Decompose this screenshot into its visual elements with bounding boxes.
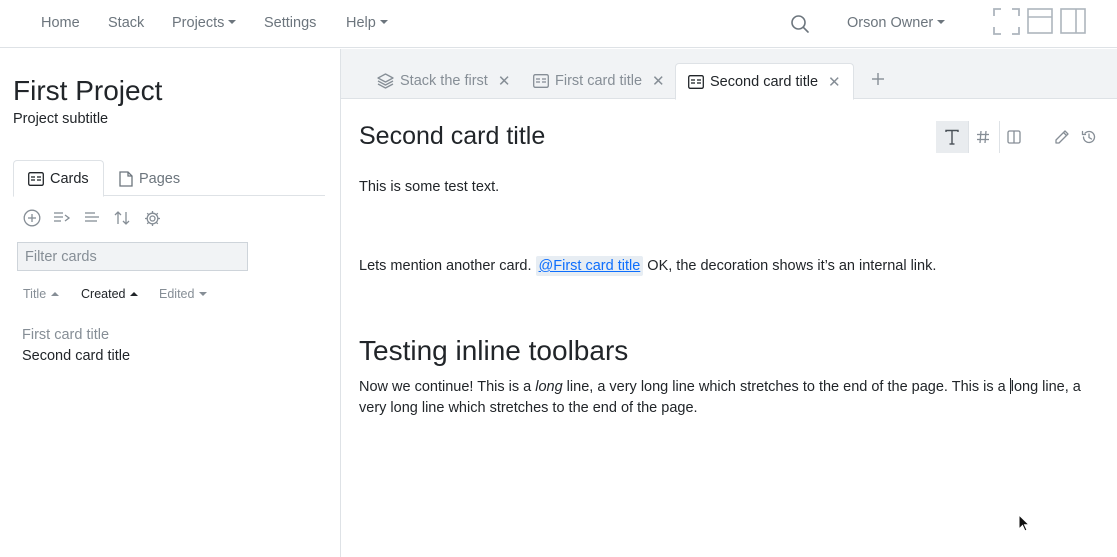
page-icon	[119, 170, 133, 187]
search-icon[interactable]	[790, 14, 810, 37]
toolbar-divider	[999, 121, 1000, 153]
fullscreen-icon[interactable]	[993, 8, 1020, 38]
split-view-icon[interactable]	[1004, 121, 1024, 153]
filter-cards-input[interactable]	[17, 242, 248, 271]
tab-label: Stack the first	[400, 73, 488, 89]
card-list-item[interactable]: Second card title	[22, 348, 130, 364]
sort-by-title[interactable]: Title	[23, 287, 60, 301]
sort-created-label: Created	[81, 287, 126, 301]
caret-down-icon	[228, 20, 237, 24]
close-icon[interactable]: ✕	[498, 72, 511, 90]
nav-projects-label: Projects	[172, 15, 225, 31]
caret-down-icon	[937, 20, 946, 24]
gear-icon[interactable]	[142, 208, 162, 228]
card-mention-link[interactable]: @First card title	[535, 256, 644, 276]
nav-settings[interactable]: Settings	[264, 15, 316, 31]
sidebar: First Project Project subtitle Cards Pag…	[0, 49, 341, 557]
tab-cards[interactable]: Cards	[13, 160, 104, 197]
sidebar-tabs: Cards Pages	[13, 160, 325, 197]
card-tabbar: Stack the first ✕ First card title ✕ Sec…	[341, 49, 1117, 100]
user-menu-dropdown[interactable]: Orson Owner	[847, 15, 946, 31]
nav-home[interactable]: Home	[41, 15, 80, 31]
history-icon[interactable]	[1079, 121, 1099, 153]
close-icon[interactable]: ✕	[652, 72, 665, 90]
caret-down-icon	[199, 292, 208, 296]
text-run: Lets mention another card.	[359, 258, 536, 274]
top-navbar: Home Stack Projects Settings Help Orson …	[0, 0, 1117, 48]
tab-pages-label: Pages	[139, 170, 181, 187]
sort-edited-label: Edited	[159, 287, 195, 301]
list-icon[interactable]	[82, 208, 102, 228]
tab-label: Second card title	[710, 73, 819, 90]
sort-by-edited[interactable]: Edited	[159, 287, 208, 301]
card-list-item[interactable]: First card title	[22, 327, 109, 343]
card-icon	[533, 74, 549, 88]
tab-pages[interactable]: Pages	[105, 160, 194, 197]
paragraph-long: Now we continue! This is a long line, a …	[359, 377, 1099, 419]
card-icon	[28, 171, 44, 186]
toolbar-divider	[968, 121, 969, 153]
mouse-pointer-icon	[1018, 513, 1031, 535]
pencil-icon[interactable]	[1052, 121, 1072, 153]
layout-horizontal-icon[interactable]	[1027, 8, 1053, 37]
caret-down-icon	[379, 20, 388, 24]
nav-help-dropdown[interactable]: Help	[346, 15, 388, 31]
nav-help-label: Help	[346, 15, 376, 31]
text-run: line, a very long line which stretches t…	[562, 379, 1010, 395]
sort-title-label: Title	[23, 287, 47, 301]
card-icon	[688, 74, 704, 89]
tab-second-card-title[interactable]: Second card title ✕	[675, 63, 854, 100]
tab-first-card-title[interactable]: First card title ✕	[533, 63, 665, 99]
add-tab-icon[interactable]	[871, 69, 885, 92]
sort-icon[interactable]	[112, 208, 132, 228]
card-editor: Second card title This is some test text…	[341, 99, 1117, 557]
user-name: Orson Owner	[847, 15, 934, 31]
add-card-icon[interactable]	[22, 208, 42, 228]
project-subtitle: Project subtitle	[13, 111, 109, 127]
layout-vertical-icon[interactable]	[1060, 8, 1086, 37]
add-to-stack-icon[interactable]	[52, 208, 72, 228]
stack-icon	[377, 73, 394, 89]
card-title[interactable]: Second card title	[359, 122, 545, 151]
nav-projects-dropdown[interactable]: Projects	[172, 15, 237, 31]
text-mode-icon[interactable]	[936, 121, 968, 153]
text-run: Now we continue! This is a	[359, 379, 536, 395]
tab-stack-the-first[interactable]: Stack the first ✕	[377, 63, 510, 99]
caret-up-icon	[130, 292, 139, 296]
italic-text: long	[535, 379, 563, 395]
caret-up-icon	[51, 292, 60, 296]
tab-label: First card title	[555, 73, 643, 89]
project-title: First Project	[13, 75, 163, 106]
text-run: OK, the decoration shows it’s an interna…	[643, 258, 937, 274]
nav-stack[interactable]: Stack	[108, 15, 144, 31]
paragraph: This is some test text.	[359, 179, 500, 195]
hash-icon[interactable]	[973, 121, 993, 153]
close-icon[interactable]: ✕	[828, 73, 841, 91]
heading: Testing inline toolbars	[359, 335, 629, 366]
tab-cards-label: Cards	[50, 170, 89, 187]
paragraph-mention: Lets mention another card. @First card t…	[359, 256, 937, 276]
sort-by-created[interactable]: Created	[81, 287, 139, 301]
